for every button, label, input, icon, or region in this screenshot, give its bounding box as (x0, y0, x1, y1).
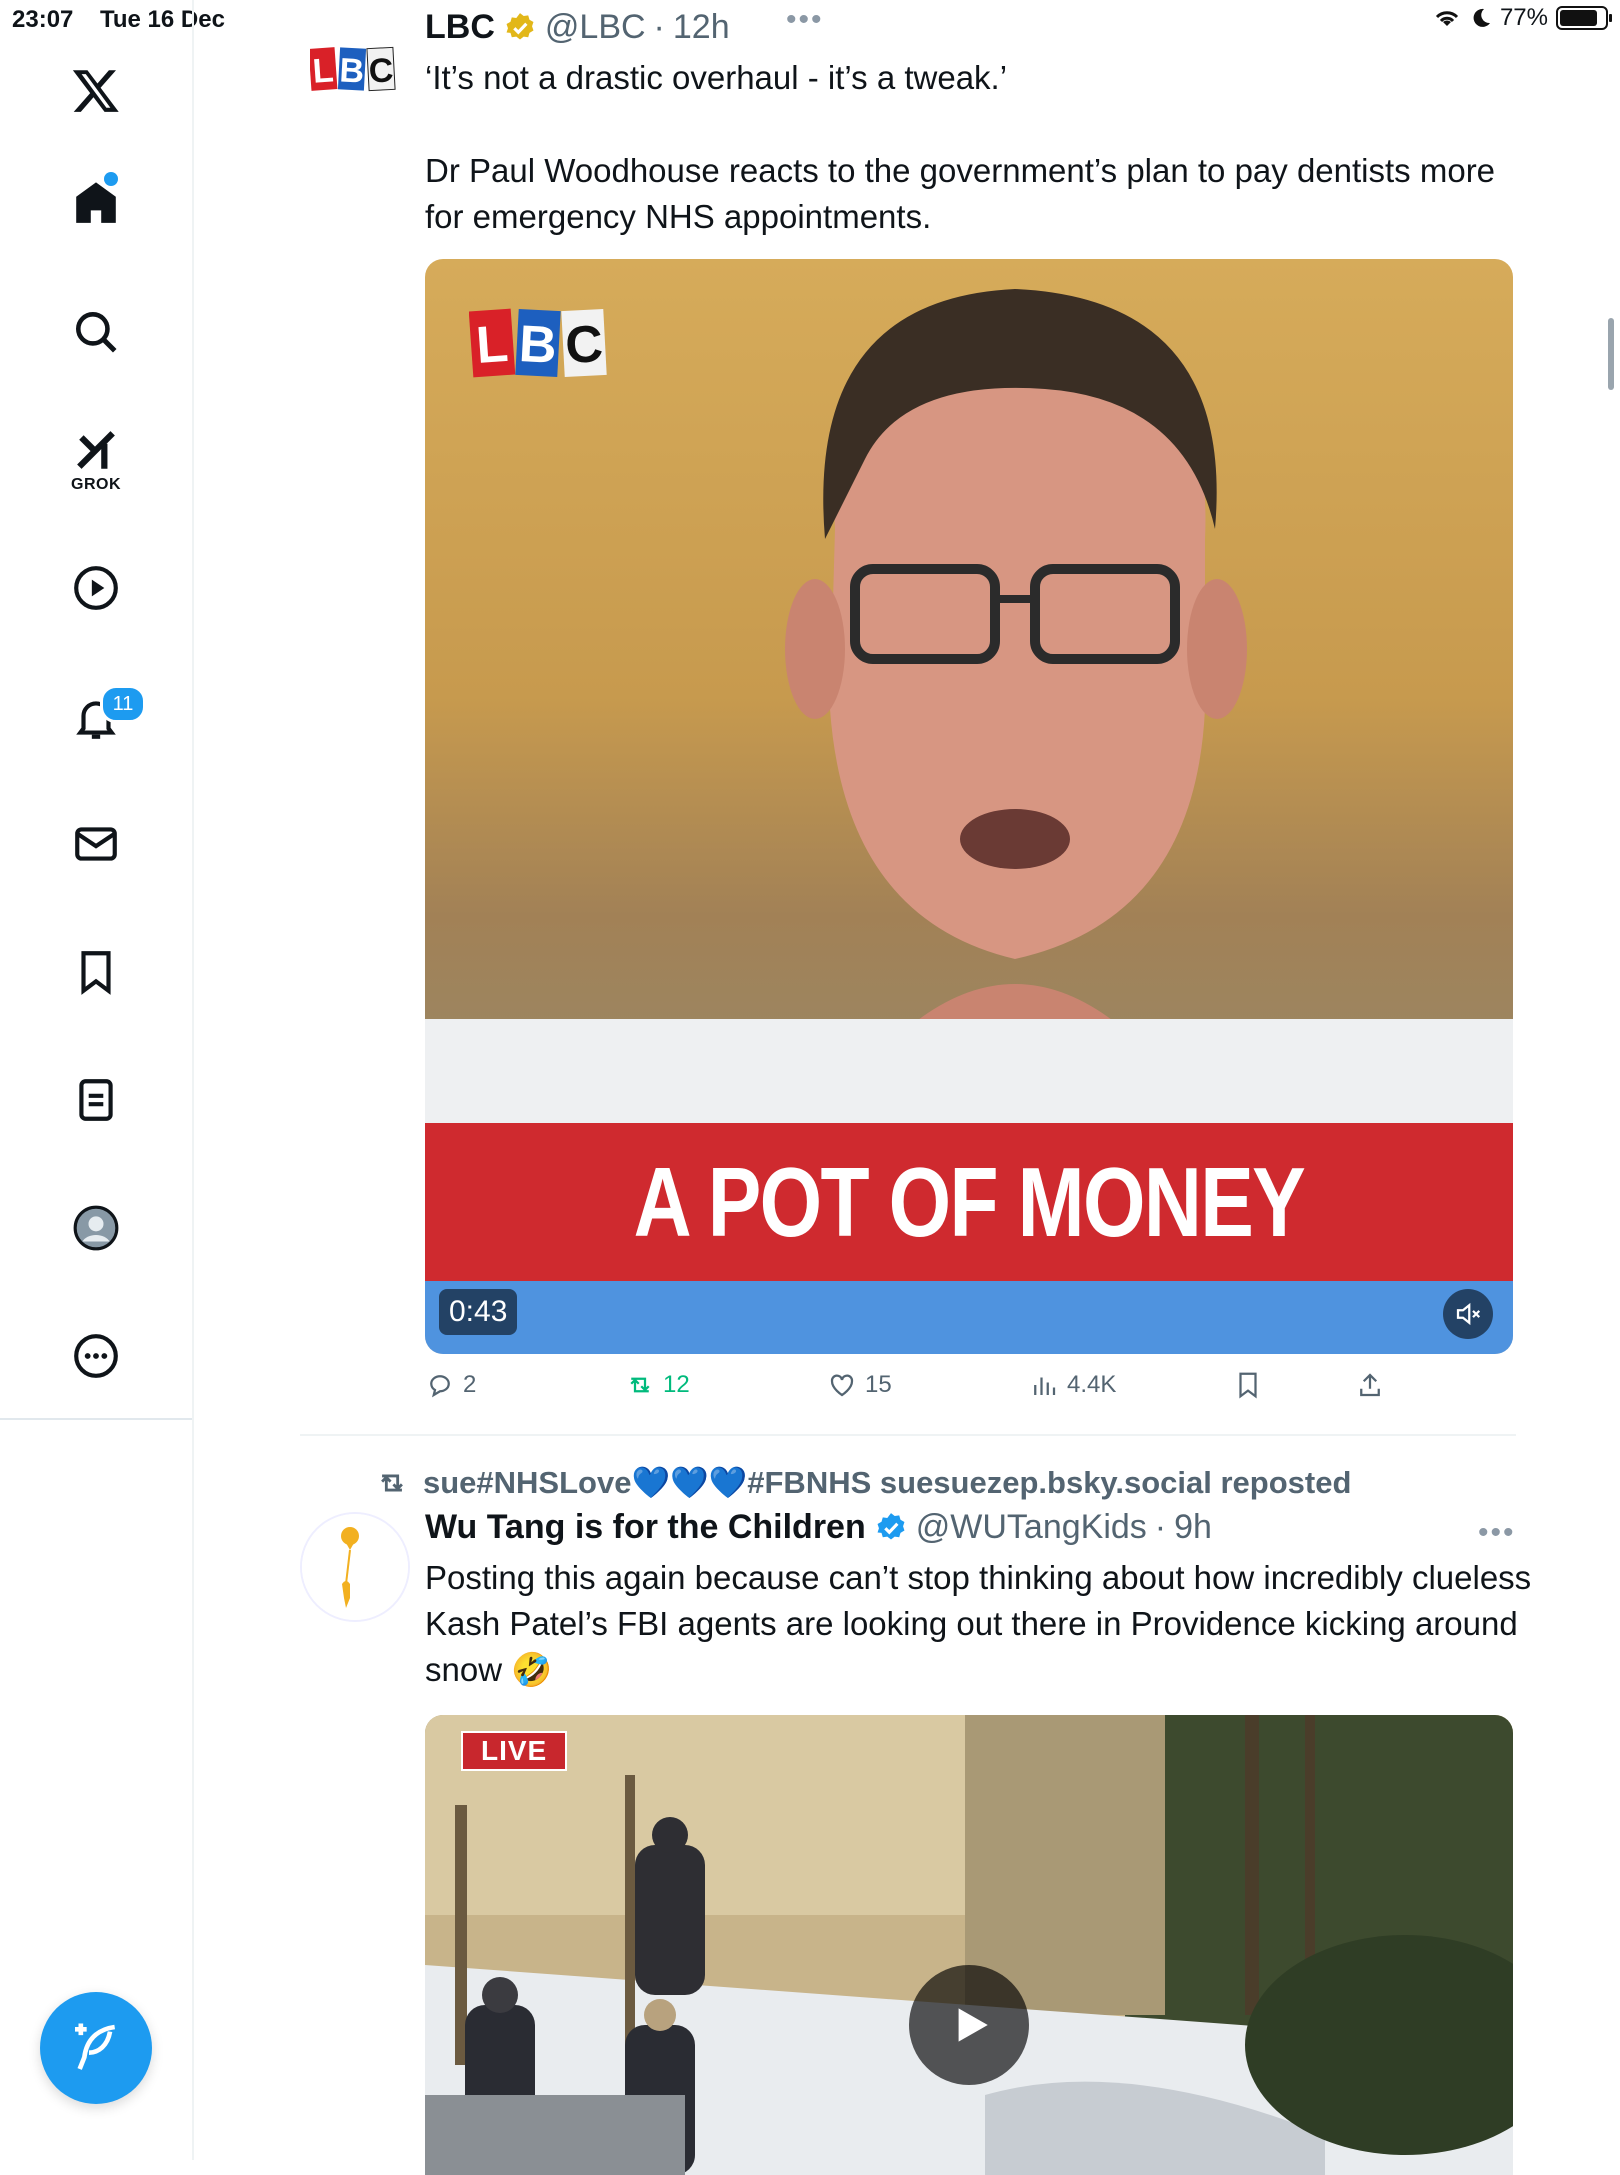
wifi-icon (1435, 11, 1459, 26)
tweet2-video[interactable]: LIVE (425, 1715, 1513, 2175)
bookmark-button[interactable] (1233, 1370, 1263, 1400)
like-count: 15 (865, 1371, 892, 1398)
sidebar-divider (0, 1418, 192, 1420)
repost-button[interactable]: 12 (625, 1370, 690, 1400)
moon-icon (1473, 8, 1490, 27)
tweet1-text-quote: ‘It’s not a drastic overhaul - it’s a tw… (425, 59, 1008, 96)
play-icon (958, 2008, 988, 2042)
tweet1-header: LBC @LBC · 12h (425, 8, 730, 47)
reply-count: 2 (463, 1371, 477, 1398)
video-play-icon[interactable] (64, 556, 128, 620)
grok-icon[interactable] (64, 418, 128, 482)
repost-icon (630, 1377, 650, 1393)
notifications-badge: 11 (100, 685, 146, 723)
x-logo-icon[interactable] (64, 58, 128, 122)
live-label: LIVE (463, 1733, 566, 1769)
scrollbar-thumb[interactable] (1608, 318, 1614, 390)
video-banner: A POT OF MONEY (425, 1123, 1513, 1281)
home-icon[interactable] (64, 170, 128, 234)
bookmark-icon (1239, 1372, 1257, 1399)
grok-label: GROK (71, 476, 121, 493)
compose-post-button[interactable] (40, 1992, 152, 2104)
profile-avatar-icon[interactable] (64, 1196, 128, 1260)
messages-envelope-icon[interactable] (64, 812, 128, 876)
svg-text:C: C (564, 315, 605, 375)
like-button[interactable]: 15 (827, 1370, 892, 1400)
repost-small-icon (381, 1474, 403, 1491)
play-button[interactable] (909, 1965, 1029, 2085)
tweet1-actions: 2 12 15 4.4K (425, 1370, 1425, 1420)
views-chart-icon (1034, 1377, 1056, 1395)
reply-button[interactable]: 2 (425, 1370, 476, 1400)
video-banner-text: A POT OF MONEY (633, 1146, 1306, 1257)
repost-context-text: sue#NHSLove💙💙💙#FBNHS suesuezep.bsky.soci… (423, 1465, 1352, 1500)
lbc-avatar[interactable]: L B C (308, 44, 396, 94)
views-button[interactable]: 4.4K (1029, 1370, 1116, 1400)
tweet1-author-name[interactable]: LBC (425, 8, 495, 47)
tweet2-time[interactable]: 9h (1174, 1508, 1212, 1547)
svg-text:B: B (339, 51, 366, 90)
verified-blue-badge-icon (877, 1512, 905, 1539)
tweet2-author-name[interactable]: Wu Tang is for the Children (425, 1508, 866, 1547)
tweet2-text: Posting this again because can’t stop th… (425, 1559, 1532, 1688)
more-circle-icon[interactable] (64, 1324, 128, 1388)
tweet2-more-icon[interactable]: ••• (1478, 1516, 1516, 1550)
live-badge: LIVE (461, 1731, 568, 1771)
repost-context[interactable]: sue#NHSLove💙💙💙#FBNHS suesuezep.bsky.soci… (375, 1464, 1351, 1501)
tweet2-handle[interactable]: @WUTangKids (916, 1508, 1147, 1547)
video2-scene-image (425, 1715, 1513, 2175)
tweet2-separator: · (1154, 1508, 1167, 1546)
heart-icon (830, 1374, 854, 1397)
video-blue-strip (425, 1281, 1513, 1354)
bookmarks-icon[interactable] (64, 940, 128, 1004)
svg-text:C: C (368, 51, 395, 90)
status-right: 77% (1432, 4, 1612, 32)
video-lbc-logo: L B C (468, 304, 609, 382)
verified-gold-badge-icon (506, 12, 534, 39)
tweet1-video[interactable]: L B C A POT OF MONEY 0:43 (425, 259, 1513, 1354)
share-upload-icon (1360, 1373, 1380, 1397)
video-duration: 0:43 (439, 1289, 518, 1335)
repost-count: 12 (663, 1371, 690, 1398)
video-person-image (785, 289, 1247, 1039)
battery-icon (1556, 6, 1612, 30)
tweet1-time[interactable]: 12h (673, 8, 730, 47)
tweet1-separator: · (653, 8, 665, 46)
home-unread-dot (104, 172, 118, 186)
svg-text:L: L (474, 315, 510, 375)
search-icon[interactable] (64, 300, 128, 364)
tweet1-text-body: Dr Paul Woodhouse reacts to the governme… (425, 152, 1496, 235)
top-more-dots[interactable]: ••• (786, 5, 824, 35)
mute-button[interactable] (1443, 1289, 1493, 1339)
speaker-muted-icon (1456, 1302, 1481, 1326)
compose-feather-icon (75, 2023, 116, 2070)
tweet-divider (300, 1434, 1516, 1436)
svg-text:L: L (311, 51, 334, 90)
battery-percent: 77% (1499, 4, 1548, 31)
wutang-avatar[interactable] (300, 1512, 410, 1622)
reply-bubble-icon (430, 1375, 450, 1398)
share-button[interactable] (1355, 1370, 1385, 1400)
tweet2-header: Wu Tang is for the Children @WUTangKids … (425, 1508, 1212, 1547)
views-count: 4.4K (1067, 1371, 1117, 1398)
tweet1-handle[interactable]: @LBC (545, 8, 646, 47)
sidebar: GROK 11 (0, 0, 194, 2160)
svg-text:B: B (518, 315, 559, 375)
lists-icon[interactable] (64, 1068, 128, 1132)
